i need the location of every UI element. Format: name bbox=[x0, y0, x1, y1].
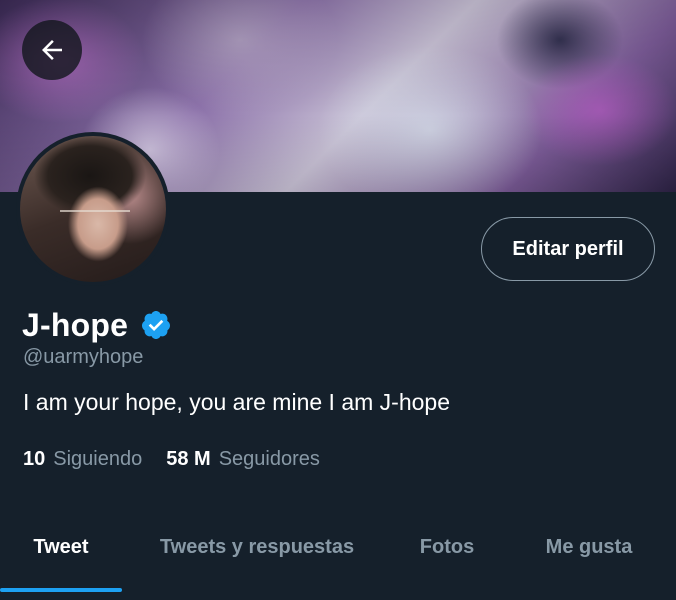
following-count: 10 bbox=[23, 448, 46, 470]
profile-tabs: Tweet Tweets y respuestas Fotos Me gusta bbox=[0, 506, 676, 600]
tab-tweets-replies[interactable]: Tweets y respuestas bbox=[122, 506, 392, 588]
user-handle: @uarmyhope bbox=[23, 346, 144, 368]
back-button[interactable] bbox=[22, 20, 82, 80]
profile-page: Editar perfil J-hope @uarmyhope I am you… bbox=[0, 0, 676, 600]
followers-stat[interactable]: 58 M Seguidores bbox=[166, 448, 320, 471]
follow-stats: 10 Siguiendo 58 M Seguidores bbox=[23, 448, 344, 471]
profile-bio: I am your hope, you are mine I am J-hope bbox=[23, 389, 450, 415]
name-row: J-hope bbox=[22, 303, 172, 347]
tab-likes[interactable]: Me gusta bbox=[502, 506, 676, 588]
tab-photos[interactable]: Fotos bbox=[392, 506, 502, 588]
followers-label: Seguidores bbox=[218, 448, 320, 470]
avatar[interactable] bbox=[16, 132, 170, 286]
display-name: J-hope bbox=[22, 306, 129, 343]
followers-count: 58 M bbox=[166, 448, 211, 470]
following-label: Siguiendo bbox=[53, 448, 143, 470]
tab-tweets[interactable]: Tweet bbox=[0, 506, 122, 588]
verified-badge-icon bbox=[142, 311, 171, 339]
avatar-image bbox=[20, 136, 166, 282]
following-stat[interactable]: 10 Siguiendo bbox=[23, 448, 142, 471]
arrow-left-icon bbox=[42, 40, 62, 60]
active-tab-indicator bbox=[0, 588, 122, 592]
avatar-glasses-detail bbox=[60, 210, 130, 226]
edit-profile-button[interactable]: Editar perfil bbox=[481, 217, 655, 281]
